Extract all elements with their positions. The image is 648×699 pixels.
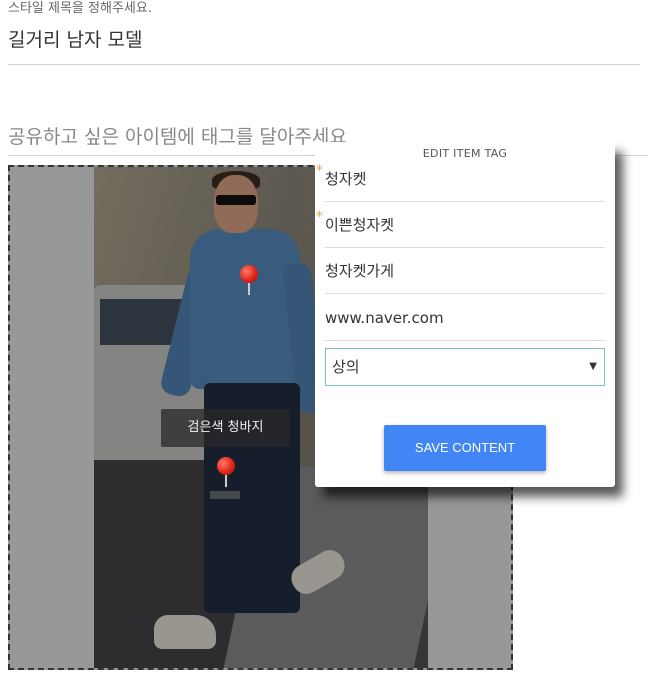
category-select[interactable]: 상의 ▼ <box>325 348 605 386</box>
item-description-value: 이쁜청자켓 <box>325 216 395 234</box>
tag-tooltip: 검은색 청바지 <box>161 409 290 447</box>
tag-section-heading: 공유하고 싶은 아이템에 태그를 달아주세요 <box>8 126 347 148</box>
url-field[interactable]: www.naver.com <box>325 295 605 341</box>
style-title-input[interactable]: 길거리 남자 모델 <box>8 28 640 65</box>
required-mark: * <box>316 163 323 179</box>
save-content-button[interactable]: SAVE CONTENT <box>384 425 546 471</box>
store-name-field[interactable]: 청자켓가게 <box>325 248 605 294</box>
item-description-field[interactable]: * 이쁜청자켓 <box>316 202 605 248</box>
edit-item-tag-modal: EDIT ITEM TAG * 청자켓 * 이쁜청자켓 청자켓가게 www.na… <box>315 142 615 487</box>
style-title-label: 스타일 제목을 정해주세요. <box>8 1 152 16</box>
required-mark: * <box>316 209 323 225</box>
store-name-value: 청자켓가게 <box>325 262 395 280</box>
item-name-value: 청자켓 <box>325 170 367 188</box>
url-value: www.naver.com <box>325 309 444 327</box>
tag-tooltip-pointer <box>210 491 240 499</box>
tag-pin-icon[interactable] <box>240 265 258 295</box>
item-name-field[interactable]: * 청자켓 <box>316 156 605 202</box>
category-select-value: 상의 <box>332 358 360 376</box>
tag-pin-icon[interactable] <box>217 457 235 487</box>
chevron-down-icon: ▼ <box>589 361 597 372</box>
